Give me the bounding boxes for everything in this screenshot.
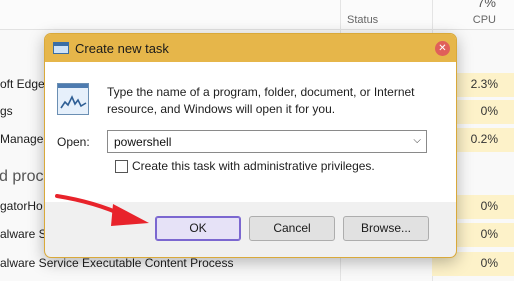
process-name: alware Service Executable Content Proces… bbox=[0, 256, 234, 270]
open-input-value[interactable]: powershell bbox=[114, 135, 171, 149]
status-column-header[interactable]: Status bbox=[347, 14, 378, 26]
run-program-icon bbox=[57, 83, 89, 115]
dialog-title-bar[interactable]: Create new task ✕ bbox=[45, 34, 456, 62]
column-header-bar: 7% Status CPU bbox=[0, 0, 514, 30]
dialog-body: Type the name of a program, folder, docu… bbox=[45, 62, 456, 202]
ok-button[interactable]: OK bbox=[155, 216, 241, 241]
admin-privileges-checkbox[interactable] bbox=[115, 160, 128, 173]
run-program-icon-graphic bbox=[60, 95, 87, 109]
process-name: gs bbox=[0, 104, 13, 118]
chevron-down-icon[interactable]: ⌵ bbox=[413, 135, 421, 146]
process-name: oft Edge bbox=[0, 77, 45, 91]
open-label: Open: bbox=[57, 135, 90, 149]
annotation-arrow-icon bbox=[55, 194, 149, 226]
cpu-total-percent: 7% bbox=[477, 0, 496, 10]
admin-privileges-label[interactable]: Create this task with administrative pri… bbox=[132, 159, 375, 173]
process-name: Manager bbox=[0, 132, 48, 146]
open-combobox[interactable]: powershell ⌵ bbox=[107, 130, 427, 153]
cancel-button[interactable]: Cancel bbox=[249, 216, 335, 241]
process-cpu: 0% bbox=[480, 104, 498, 118]
process-name: alware S bbox=[0, 227, 47, 241]
window-icon bbox=[53, 42, 69, 54]
process-cpu: 0% bbox=[480, 227, 498, 241]
process-cpu: 0.2% bbox=[470, 132, 498, 146]
process-cpu: 2.3% bbox=[470, 77, 498, 91]
process-group-label: d proc bbox=[0, 168, 44, 185]
dialog-description: Type the name of a program, folder, docu… bbox=[107, 85, 415, 116]
cpu-column-header[interactable]: CPU bbox=[473, 14, 496, 26]
process-name: gatorHo bbox=[0, 199, 43, 213]
dialog-title: Create new task bbox=[75, 41, 169, 56]
process-cpu: 0% bbox=[480, 199, 498, 213]
browse-button[interactable]: Browse... bbox=[343, 216, 429, 241]
process-cpu: 0% bbox=[480, 256, 498, 270]
close-icon[interactable]: ✕ bbox=[435, 41, 450, 56]
